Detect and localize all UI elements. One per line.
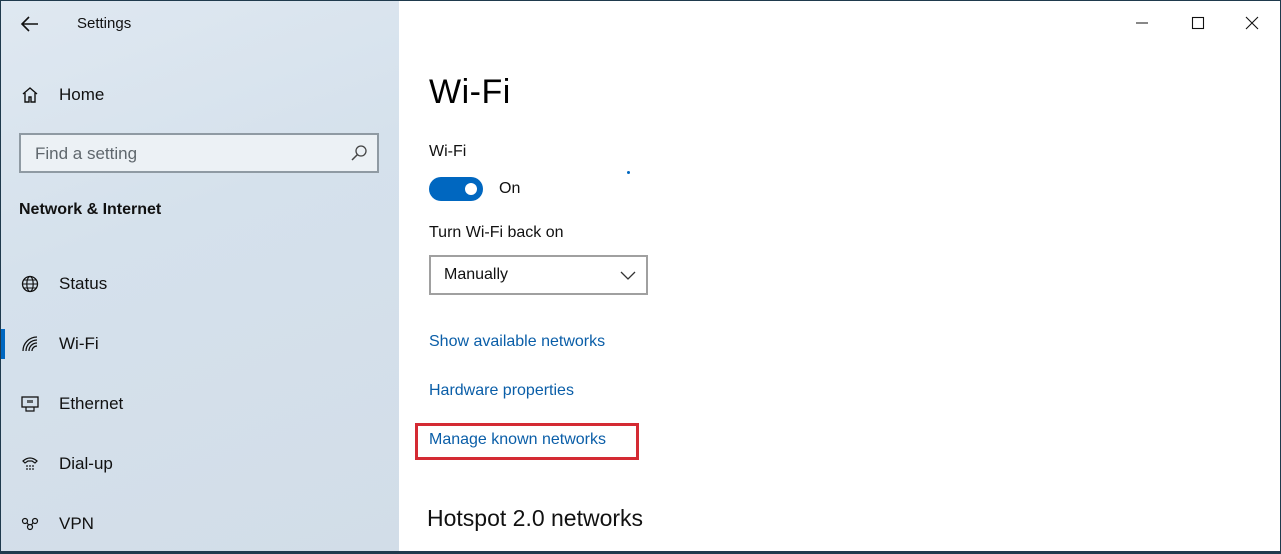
app-title: Settings bbox=[77, 15, 132, 32]
wifi-toggle[interactable] bbox=[429, 177, 483, 201]
home-icon bbox=[19, 84, 41, 106]
dropdown-value: Manually bbox=[444, 266, 509, 283]
sidebar: Settings Home Find a setting Network & I… bbox=[1, 1, 399, 551]
wifi-icon bbox=[19, 333, 41, 355]
sidebar-item-label: Home bbox=[59, 85, 105, 104]
show-available-networks-link[interactable]: Show available networks bbox=[429, 333, 605, 351]
dialup-icon bbox=[19, 453, 41, 475]
sidebar-item-label: Wi-Fi bbox=[59, 334, 99, 353]
sidebar-item-home[interactable]: Home bbox=[1, 75, 399, 115]
maximize-icon bbox=[1191, 16, 1205, 30]
page-title: Wi-Fi bbox=[429, 73, 511, 111]
main-content: Wi-Fi Wi-Fi On Turn Wi-Fi back on Manual… bbox=[399, 1, 1280, 551]
vpn-icon bbox=[19, 513, 41, 535]
chevron-down-icon bbox=[620, 271, 636, 280]
wifi-toggle-state: On bbox=[499, 180, 521, 197]
hardware-properties-link[interactable]: Hardware properties bbox=[429, 382, 574, 400]
sidebar-item-status[interactable]: Status bbox=[1, 261, 399, 307]
sidebar-item-label: Ethernet bbox=[59, 394, 124, 413]
sidebar-item-dialup[interactable]: Dial-up bbox=[1, 441, 399, 487]
manage-known-networks-link[interactable]: Manage known networks bbox=[429, 431, 606, 449]
minimize-button[interactable] bbox=[1114, 1, 1170, 45]
close-icon bbox=[1245, 16, 1259, 30]
back-button[interactable] bbox=[15, 10, 45, 38]
hotspot-heading: Hotspot 2.0 networks bbox=[427, 505, 644, 531]
maximize-button[interactable] bbox=[1170, 1, 1226, 45]
loading-dot bbox=[627, 171, 630, 174]
close-button[interactable] bbox=[1224, 1, 1280, 45]
search-input[interactable]: Find a setting bbox=[19, 133, 379, 173]
settings-window: Settings Home Find a setting Network & I… bbox=[0, 0, 1281, 554]
toggle-knob bbox=[465, 183, 477, 195]
section-heading: Network & Internet bbox=[19, 201, 162, 218]
wifi-toggle-label: Wi-Fi bbox=[429, 143, 467, 160]
search-placeholder: Find a setting bbox=[35, 144, 138, 163]
search-icon bbox=[351, 145, 367, 161]
sidebar-item-wifi[interactable]: Wi-Fi bbox=[1, 321, 399, 367]
ethernet-icon bbox=[19, 393, 41, 415]
minimize-icon bbox=[1136, 22, 1148, 24]
turn-back-on-dropdown[interactable]: Manually bbox=[429, 255, 648, 295]
turn-back-on-label: Turn Wi-Fi back on bbox=[429, 224, 564, 241]
sidebar-item-vpn[interactable]: VPN bbox=[1, 501, 399, 547]
sidebar-item-ethernet[interactable]: Ethernet bbox=[1, 381, 399, 427]
sidebar-item-label: VPN bbox=[59, 514, 94, 533]
sidebar-item-label: Status bbox=[59, 274, 108, 293]
back-arrow-icon bbox=[21, 16, 38, 32]
sidebar-item-label: Dial-up bbox=[59, 454, 113, 473]
globe-icon bbox=[19, 273, 41, 295]
